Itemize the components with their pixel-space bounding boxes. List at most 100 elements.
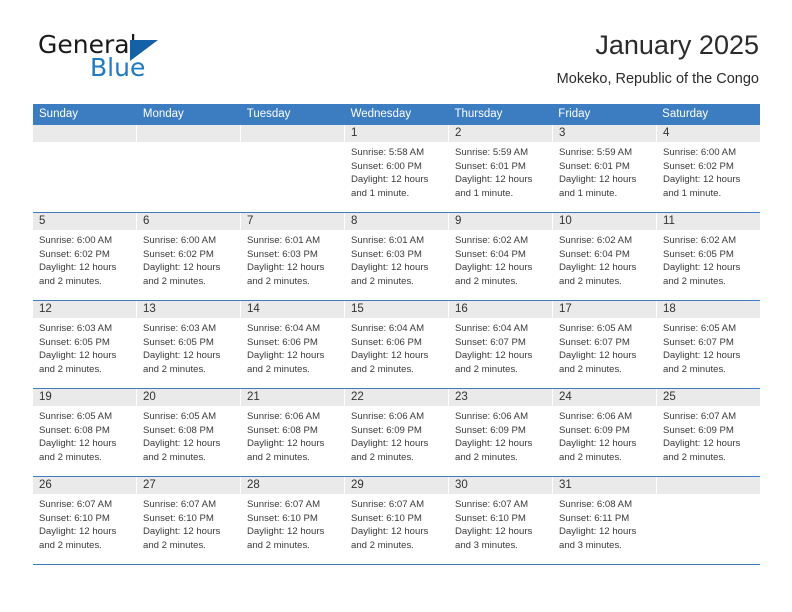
calendar-day-cell[interactable]: 3 Sunrise: 5:59 AM Sunset: 6:01 PM Daylight… <box>553 125 657 212</box>
day-number-band <box>33 125 136 142</box>
day-number: 4 <box>663 127 670 139</box>
daylight-text: Daylight: 12 hours <box>39 350 117 362</box>
daylight-text: Daylight: 12 hours <box>559 438 637 450</box>
calendar-day-cell[interactable]: 10 Sunrise: 6:02 AM Sunset: 6:04 PM Dayligh… <box>553 213 657 300</box>
daylight-text: Daylight: 12 hours <box>663 262 741 274</box>
calendar-day-cell[interactable]: 1 Sunrise: 5:58 AM Sunset: 6:00 PM Daylight… <box>345 125 449 212</box>
daylight-text: and 2 minutes. <box>351 539 414 551</box>
calendar-day-cell[interactable]: 6 Sunrise: 6:00 AM Sunset: 6:02 PM Daylight… <box>137 213 241 300</box>
sunset-text: Sunset: 6:07 PM <box>559 336 630 348</box>
weekday-header-wednesday: Wednesday <box>350 108 412 120</box>
calendar-day-cell[interactable]: 14 Sunrise: 6:04 AM Sunset: 6:06 PM Dayligh… <box>241 301 345 388</box>
day-detail-lines: Sunrise: 6:07 AM Sunset: 6:10 PM Daylight:… <box>137 494 240 552</box>
calendar-day-cell[interactable]: 23 Sunrise: 6:06 AM Sunset: 6:09 PM Dayligh… <box>449 389 553 476</box>
calendar-day-cell[interactable]: 9 Sunrise: 6:02 AM Sunset: 6:04 PM Daylight… <box>449 213 553 300</box>
daylight-text: and 2 minutes. <box>663 363 726 375</box>
daylight-text: Daylight: 12 hours <box>663 438 741 450</box>
sunrise-text: Sunrise: 6:05 AM <box>143 411 217 422</box>
day-detail-lines: Sunrise: 6:03 AM Sunset: 6:05 PM Daylight:… <box>33 318 136 376</box>
day-number: 30 <box>455 479 468 491</box>
day-detail-lines: Sunrise: 6:07 AM Sunset: 6:10 PM Daylight:… <box>33 494 136 552</box>
calendar-day-cell-empty <box>137 125 241 212</box>
daylight-text: Daylight: 12 hours <box>143 262 221 274</box>
day-detail-lines: Sunrise: 6:05 AM Sunset: 6:08 PM Daylight:… <box>33 406 136 464</box>
day-detail-lines: Sunrise: 6:00 AM Sunset: 6:02 PM Daylight:… <box>137 230 240 288</box>
calendar-day-cell[interactable]: 15 Sunrise: 6:04 AM Sunset: 6:06 PM Dayligh… <box>345 301 449 388</box>
day-number-band <box>657 477 760 494</box>
day-number-band: 16 <box>449 301 552 318</box>
day-number: 15 <box>351 303 364 315</box>
sunset-text: Sunset: 6:09 PM <box>559 424 630 436</box>
day-number-band: 7 <box>241 213 344 230</box>
calendar-day-cell[interactable]: 31 Sunrise: 6:08 AM Sunset: 6:11 PM Dayligh… <box>553 477 657 564</box>
day-number-band: 27 <box>137 477 240 494</box>
daylight-text: and 2 minutes. <box>143 275 206 287</box>
daylight-text: and 1 minute. <box>351 187 410 199</box>
day-detail-lines: Sunrise: 6:07 AM Sunset: 6:10 PM Daylight:… <box>345 494 448 552</box>
day-number: 23 <box>455 391 468 403</box>
day-number-band: 2 <box>449 125 552 142</box>
calendar-day-cell[interactable]: 24 Sunrise: 6:06 AM Sunset: 6:09 PM Dayligh… <box>553 389 657 476</box>
calendar-day-cell[interactable]: 7 Sunrise: 6:01 AM Sunset: 6:03 PM Daylight… <box>241 213 345 300</box>
weekday-header-sunday: Sunday <box>39 108 79 120</box>
day-number-band: 23 <box>449 389 552 406</box>
calendar-day-cell[interactable]: 19 Sunrise: 6:05 AM Sunset: 6:08 PM Dayligh… <box>33 389 137 476</box>
calendar-day-cell[interactable]: 30 Sunrise: 6:07 AM Sunset: 6:10 PM Dayligh… <box>449 477 553 564</box>
calendar-day-cell[interactable]: 25 Sunrise: 6:07 AM Sunset: 6:09 PM Dayligh… <box>657 389 760 476</box>
sunrise-text: Sunrise: 6:02 AM <box>559 235 633 246</box>
day-number-band: 24 <box>553 389 656 406</box>
calendar-day-cell[interactable]: 21 Sunrise: 6:06 AM Sunset: 6:08 PM Dayligh… <box>241 389 345 476</box>
weekday-header-monday: Monday <box>142 108 184 120</box>
calendar-day-cell[interactable]: 13 Sunrise: 6:03 AM Sunset: 6:05 PM Dayligh… <box>137 301 241 388</box>
calendar-day-cell[interactable]: 26 Sunrise: 6:07 AM Sunset: 6:10 PM Dayligh… <box>33 477 137 564</box>
calendar-day-cell[interactable]: 20 Sunrise: 6:05 AM Sunset: 6:08 PM Dayligh… <box>137 389 241 476</box>
sunrise-text: Sunrise: 6:04 AM <box>351 323 425 334</box>
calendar-week-row: 26 Sunrise: 6:07 AM Sunset: 6:10 PM Dayligh… <box>33 477 760 565</box>
daylight-text: Daylight: 12 hours <box>39 262 117 274</box>
daylight-text: and 2 minutes. <box>39 363 102 375</box>
calendar-day-cell[interactable]: 18 Sunrise: 6:05 AM Sunset: 6:07 PM Dayligh… <box>657 301 760 388</box>
day-detail-lines: Sunrise: 6:05 AM Sunset: 6:07 PM Daylight:… <box>657 318 760 376</box>
calendar-day-cell[interactable]: 29 Sunrise: 6:07 AM Sunset: 6:10 PM Dayligh… <box>345 477 449 564</box>
day-detail-lines: Sunrise: 6:04 AM Sunset: 6:07 PM Daylight:… <box>449 318 552 376</box>
day-number: 20 <box>143 391 156 403</box>
day-detail-lines: Sunrise: 6:07 AM Sunset: 6:10 PM Daylight:… <box>241 494 344 552</box>
daylight-text: and 1 minute. <box>455 187 514 199</box>
sunrise-text: Sunrise: 6:00 AM <box>143 235 217 246</box>
day-detail-lines: Sunrise: 6:02 AM Sunset: 6:04 PM Daylight:… <box>553 230 656 288</box>
calendar-day-cell[interactable]: 22 Sunrise: 6:06 AM Sunset: 6:09 PM Dayligh… <box>345 389 449 476</box>
calendar-day-cell[interactable]: 4 Sunrise: 6:00 AM Sunset: 6:02 PM Daylight… <box>657 125 760 212</box>
sunset-text: Sunset: 6:10 PM <box>247 512 318 524</box>
calendar-day-cell[interactable]: 27 Sunrise: 6:07 AM Sunset: 6:10 PM Dayligh… <box>137 477 241 564</box>
daylight-text: Daylight: 12 hours <box>247 350 325 362</box>
day-detail-lines: Sunrise: 6:00 AM Sunset: 6:02 PM Daylight:… <box>657 142 760 200</box>
day-detail-lines: Sunrise: 6:01 AM Sunset: 6:03 PM Daylight:… <box>345 230 448 288</box>
day-number-band: 5 <box>33 213 136 230</box>
daylight-text: Daylight: 12 hours <box>663 174 741 186</box>
day-number-band: 13 <box>137 301 240 318</box>
day-number-band: 31 <box>553 477 656 494</box>
sunset-text: Sunset: 6:10 PM <box>143 512 214 524</box>
calendar-day-cell[interactable]: 8 Sunrise: 6:01 AM Sunset: 6:03 PM Daylight… <box>345 213 449 300</box>
daylight-text: and 2 minutes. <box>247 451 310 463</box>
weekday-header-saturday: Saturday <box>662 108 709 120</box>
calendar-day-cell[interactable]: 16 Sunrise: 6:04 AM Sunset: 6:07 PM Dayligh… <box>449 301 553 388</box>
calendar-day-cell-empty <box>33 125 137 212</box>
calendar-day-cell[interactable]: 11 Sunrise: 6:02 AM Sunset: 6:05 PM Dayligh… <box>657 213 760 300</box>
calendar-day-cell[interactable]: 17 Sunrise: 6:05 AM Sunset: 6:07 PM Dayligh… <box>553 301 657 388</box>
sunset-text: Sunset: 6:04 PM <box>559 248 630 260</box>
calendar-day-cell[interactable]: 2 Sunrise: 5:59 AM Sunset: 6:01 PM Daylight… <box>449 125 553 212</box>
calendar-day-cell[interactable]: 5 Sunrise: 6:00 AM Sunset: 6:02 PM Daylight… <box>33 213 137 300</box>
day-number: 3 <box>559 127 566 139</box>
sunset-text: Sunset: 6:02 PM <box>663 160 734 172</box>
day-detail-lines: Sunrise: 5:58 AM Sunset: 6:00 PM Daylight:… <box>345 142 448 200</box>
calendar-day-cell[interactable]: 12 Sunrise: 6:03 AM Sunset: 6:05 PM Dayligh… <box>33 301 137 388</box>
daylight-text: Daylight: 12 hours <box>559 262 637 274</box>
calendar-day-cell-empty <box>657 477 760 564</box>
day-detail-lines: Sunrise: 6:08 AM Sunset: 6:11 PM Daylight:… <box>553 494 656 552</box>
calendar-grid: Sunday Monday Tuesday Wednesday Thursday Frid… <box>33 104 760 565</box>
day-detail-lines: Sunrise: 5:59 AM Sunset: 6:01 PM Daylight:… <box>553 142 656 200</box>
calendar-day-cell[interactable]: 28 Sunrise: 6:07 AM Sunset: 6:10 PM Dayligh… <box>241 477 345 564</box>
generalblue-logo[interactable]: General Blue <box>33 28 223 84</box>
sunset-text: Sunset: 6:03 PM <box>351 248 422 260</box>
